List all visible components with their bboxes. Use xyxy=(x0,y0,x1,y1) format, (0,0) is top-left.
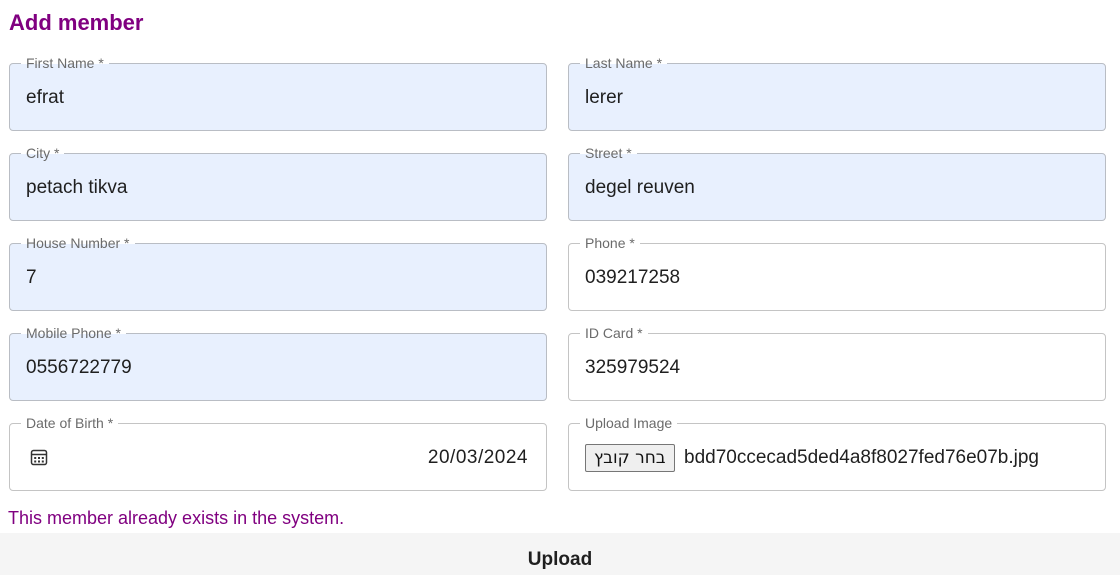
street-value: degel reuven xyxy=(585,177,695,198)
last-name-value: lerer xyxy=(585,87,624,108)
id-card-field[interactable]: ID Card * 325979524 xyxy=(568,323,1106,401)
phone-field[interactable]: Phone * 039217258 xyxy=(568,233,1106,311)
choose-file-button[interactable]: בחר קובץ xyxy=(585,444,675,472)
mobile-phone-field[interactable]: Mobile Phone * 0556722779 xyxy=(9,323,547,401)
error-message: This member already exists in the system… xyxy=(8,508,345,528)
first-name-label: First Name * xyxy=(21,53,109,73)
upload-image-field: Upload Image בחר קובץ bdd70ccecad5ded4a8… xyxy=(568,413,1106,491)
id-card-label: ID Card * xyxy=(580,323,648,343)
date-of-birth-field[interactable]: Date of Birth * 20/03/2024 xyxy=(9,413,547,491)
upload-image-label: Upload Image xyxy=(580,413,678,433)
selected-file-name: bdd70ccecad5ded4a8f8027fed76e07b.jpg xyxy=(684,447,1039,468)
mobile-phone-value: 0556722779 xyxy=(26,357,132,378)
first-name-field[interactable]: First Name * efrat xyxy=(9,53,547,131)
city-value: petach tikva xyxy=(26,177,128,198)
upload-button[interactable]: Upload xyxy=(0,533,1120,575)
mobile-phone-label: Mobile Phone * xyxy=(21,323,126,343)
street-field[interactable]: Street * degel reuven xyxy=(568,143,1106,221)
house-number-value: 7 xyxy=(26,267,37,288)
upload-button-label: Upload xyxy=(527,549,593,570)
date-of-birth-value: 20/03/2024 xyxy=(427,447,528,468)
first-name-value: efrat xyxy=(26,87,65,108)
house-number-field[interactable]: House Number * 7 xyxy=(9,233,547,311)
street-label: Street * xyxy=(580,143,637,163)
phone-label: Phone * xyxy=(580,233,640,253)
calendar-icon[interactable] xyxy=(30,448,48,466)
city-label: City * xyxy=(21,143,65,163)
city-field[interactable]: City * petach tikva xyxy=(9,143,547,221)
page-title: Add member xyxy=(9,10,144,35)
last-name-label: Last Name * xyxy=(580,53,668,73)
house-number-label: House Number * xyxy=(21,233,135,253)
phone-value: 039217258 xyxy=(585,267,681,288)
id-card-value: 325979524 xyxy=(585,357,681,378)
date-of-birth-label: Date of Birth * xyxy=(21,413,119,433)
last-name-field[interactable]: Last Name * lerer xyxy=(568,53,1106,131)
